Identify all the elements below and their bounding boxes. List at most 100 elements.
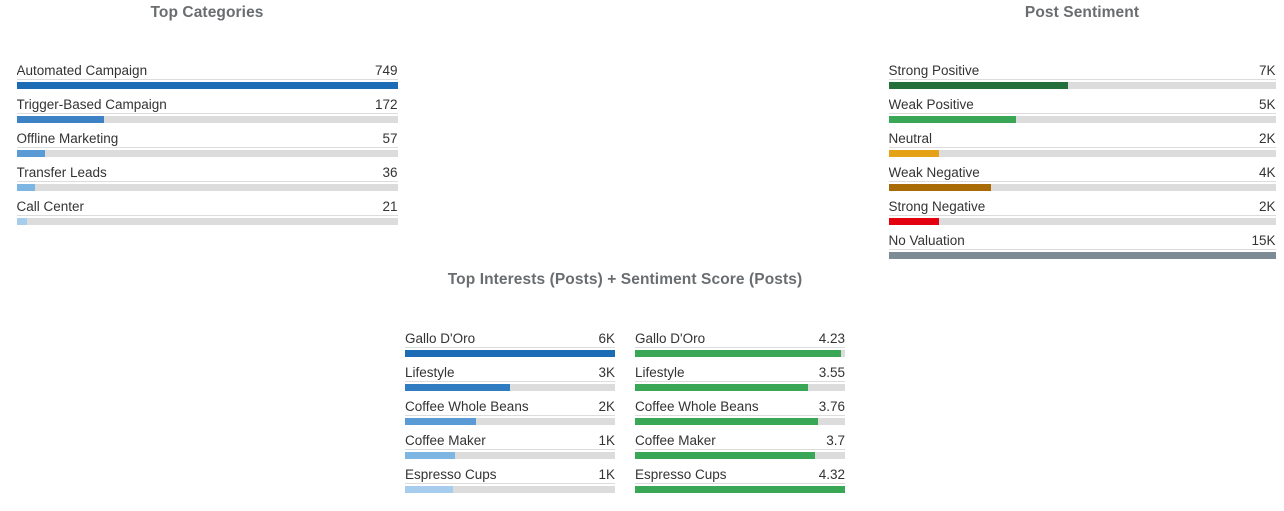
bar-row[interactable]: Lifestyle 3K: [405, 365, 615, 391]
bar-row[interactable]: Weak Negative 4K: [888, 165, 1276, 191]
bar-row[interactable]: Gallo D'Oro 4.23: [635, 331, 845, 357]
bar-label-line: Gallo D'Oro 6K: [405, 331, 615, 348]
bar-row[interactable]: Gallo D'Oro 6K: [405, 331, 615, 357]
bar-track: [635, 384, 845, 391]
bar-fill: [888, 252, 1276, 259]
bar-track: [888, 150, 1276, 157]
bar-label-line: Transfer Leads 36: [16, 165, 398, 182]
bar-label: Coffee Whole Beans: [405, 399, 529, 414]
bar-list-top-categories: Automated Campaign 749 Trigger-Based Campa…: [16, 22, 398, 225]
bar-label-line: Coffee Whole Beans 3.76: [635, 399, 845, 416]
bar-fill: [405, 384, 510, 391]
bar-track: [888, 82, 1276, 89]
bar-label: Automated Campaign: [16, 63, 148, 78]
bar-value: 4K: [1258, 165, 1276, 180]
bar-list-sentiment-score: Gallo D'Oro 4.23 Lifestyle 3.55 Coffee Whole…: [635, 331, 845, 493]
bar-label: No Valuation: [888, 233, 965, 248]
bar-track: [405, 350, 615, 357]
bar-row[interactable]: Trigger-Based Campaign 172: [16, 97, 398, 123]
bar-label-line: Strong Negative 2K: [888, 199, 1276, 216]
bar-label: Weak Positive: [888, 97, 974, 112]
bar-label-line: Espresso Cups 4.32: [635, 467, 845, 484]
bar-track: [405, 418, 615, 425]
bar-value: 2K: [1258, 199, 1276, 214]
bar-fill: [405, 418, 477, 425]
bar-row[interactable]: Transfer Leads 36: [16, 165, 398, 191]
bar-value: 21: [382, 199, 398, 214]
panel-title-post-sentiment: Post Sentiment: [1024, 4, 1140, 21]
bar-value: 3K: [598, 365, 615, 380]
bar-fill: [635, 486, 845, 493]
panel-post-sentiment: Post Sentiment Strong Positive 7K Weak Pos…: [880, 4, 1284, 259]
bar-row[interactable]: Automated Campaign 749: [16, 63, 398, 89]
bar-value: 2K: [1258, 131, 1276, 146]
bar-fill: [16, 116, 104, 123]
bar-value: 1K: [598, 433, 615, 448]
bar-track: [16, 218, 398, 225]
panel-top-interests-sentiment-score: Top Interests (Posts) + Sentiment Score …: [390, 271, 860, 493]
bar-row[interactable]: Coffee Whole Beans 2K: [405, 399, 615, 425]
bar-track: [888, 116, 1276, 123]
bar-list-top-interests: Gallo D'Oro 6K Lifestyle 3K Coffee Whole Bea…: [405, 331, 615, 493]
bar-fill: [888, 218, 939, 225]
bar-track: [888, 218, 1276, 225]
bar-row[interactable]: Lifestyle 3.55: [635, 365, 845, 391]
bar-label: Transfer Leads: [16, 165, 107, 180]
bar-track: [16, 116, 398, 123]
bar-label-line: Espresso Cups 1K: [405, 467, 615, 484]
bar-label-line: Coffee Whole Beans 2K: [405, 399, 615, 416]
bar-row[interactable]: Coffee Maker 1K: [405, 433, 615, 459]
bar-track: [635, 350, 845, 357]
bar-row[interactable]: Strong Negative 2K: [888, 199, 1276, 225]
bar-track: [405, 452, 615, 459]
bar-row[interactable]: Coffee Maker 3.7: [635, 433, 845, 459]
bar-row[interactable]: Strong Positive 7K: [888, 63, 1276, 89]
bar-track: [16, 150, 398, 157]
bar-value: 4.23: [818, 331, 845, 346]
bar-row[interactable]: Espresso Cups 4.32: [635, 467, 845, 493]
bar-value: 3.7: [826, 433, 845, 448]
bar-track: [16, 82, 398, 89]
bar-value: 6K: [598, 331, 615, 346]
bar-row[interactable]: No Valuation 15K: [888, 233, 1276, 259]
bar-track: [405, 486, 615, 493]
bar-track: [405, 384, 615, 391]
bar-label-line: Lifestyle 3K: [405, 365, 615, 382]
bar-label: Lifestyle: [635, 365, 685, 380]
bar-fill: [635, 418, 818, 425]
bar-value: 3.76: [818, 399, 845, 414]
bar-row[interactable]: Espresso Cups 1K: [405, 467, 615, 493]
bar-track: [635, 418, 845, 425]
bar-value: 1K: [598, 467, 615, 482]
bar-row[interactable]: Call Center 21: [16, 199, 398, 225]
bar-value: 5K: [1258, 97, 1276, 112]
bar-track: [16, 184, 398, 191]
bar-label-line: Call Center 21: [16, 199, 398, 216]
bar-label: Gallo D'Oro: [405, 331, 476, 346]
bar-fill: [888, 116, 1017, 123]
bar-row[interactable]: Weak Positive 5K: [888, 97, 1276, 123]
bar-label-line: Offline Marketing 57: [16, 131, 398, 148]
bar-value: 36: [382, 165, 398, 180]
bar-fill: [16, 184, 35, 191]
bar-label: Coffee Maker: [635, 433, 716, 448]
bar-value: 172: [374, 97, 398, 112]
bar-value: 749: [374, 63, 398, 78]
bar-fill: [888, 150, 939, 157]
bar-row[interactable]: Offline Marketing 57: [16, 131, 398, 157]
bar-track: [888, 184, 1276, 191]
bar-track: [635, 486, 845, 493]
bar-label: Call Center: [16, 199, 85, 214]
bar-row[interactable]: Neutral 2K: [888, 131, 1276, 157]
bar-row[interactable]: Coffee Whole Beans 3.76: [635, 399, 845, 425]
bar-fill: [405, 452, 456, 459]
bar-value: 57: [382, 131, 398, 146]
bar-list-post-sentiment: Strong Positive 7K Weak Positive 5K Neutral 2…: [888, 22, 1276, 259]
bar-value: 7K: [1258, 63, 1276, 78]
bar-track: [635, 452, 845, 459]
bar-label: Coffee Whole Beans: [635, 399, 759, 414]
bar-value: 4.32: [818, 467, 845, 482]
bar-label-line: Trigger-Based Campaign 172: [16, 97, 398, 114]
bar-label-line: Weak Positive 5K: [888, 97, 1276, 114]
bar-label-line: Coffee Maker 3.7: [635, 433, 845, 450]
